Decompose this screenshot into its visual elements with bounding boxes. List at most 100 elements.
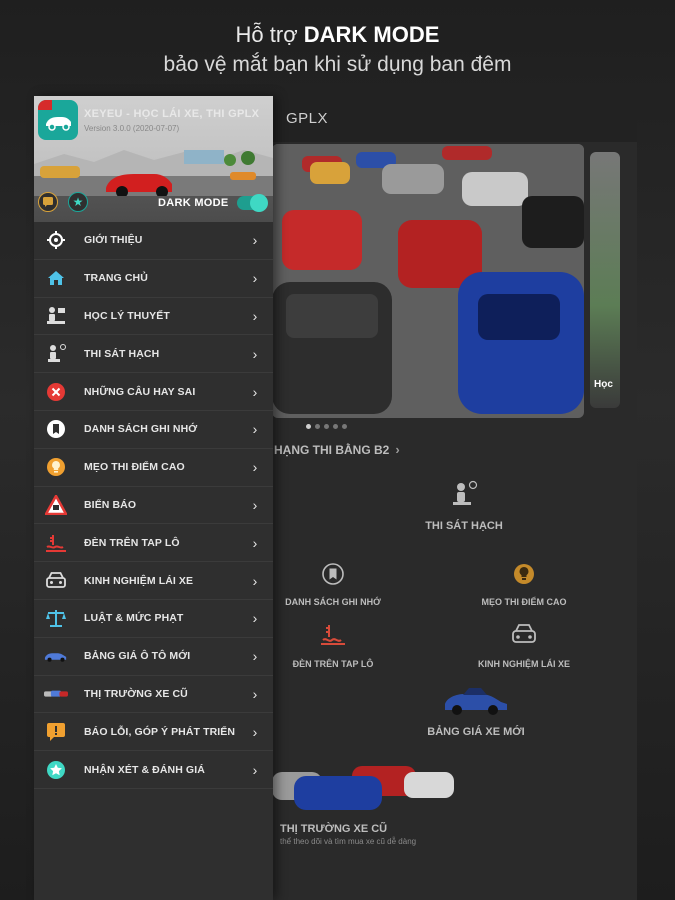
tile-bookmarks-label: DANH SÁCH GHI NHỚ [285, 597, 381, 607]
menu-item-exam[interactable]: THI SÁT HẠCH › [34, 335, 273, 374]
tile-exam-label: THI SÁT HẠCH [425, 520, 503, 532]
car-front-icon [44, 569, 68, 593]
menu-item-feedback[interactable]: BÁO LỖI, GÓP Ý PHÁT TRIỂN › [34, 713, 273, 752]
toggle-knob [250, 194, 268, 212]
menu-item-label: LUẬT & MỨC PHẠT [84, 612, 184, 625]
chevron-right-icon: › [252, 572, 258, 589]
menu-item-driving-experience[interactable]: KINH NGHIỆM LÁI XE › [34, 562, 273, 600]
chevron-right-icon: › [252, 232, 258, 249]
tile-market-subtitle: thể theo dõi và tìm mua xe cũ dễ dàng [280, 837, 417, 846]
tile-tips-label: MẸO THI ĐIỂM CAO [481, 597, 567, 607]
dashboard-light-icon [321, 625, 345, 645]
carousel-dot[interactable] [333, 424, 338, 429]
app-bar-title: GPLX [286, 110, 329, 127]
promo-header: Hỗ trợ DARK MODE bảo vệ mắt bạn khi sử d… [0, 20, 675, 80]
chevron-right-icon: › [252, 307, 258, 324]
chat-icon [43, 197, 53, 207]
lightbulb-icon [44, 455, 68, 479]
tile-new-car-prices[interactable]: BẢNG GIÁ XE MỚI [404, 682, 548, 740]
banner-next-slide[interactable]: Học [590, 152, 620, 408]
error-icon [44, 380, 68, 404]
rate-button[interactable]: ★ [68, 192, 88, 212]
menu-item-label: BIỂN BÁO [84, 498, 137, 511]
flag-icon [38, 100, 52, 110]
carousel-dot[interactable] [324, 424, 329, 429]
tile-driving-experience[interactable]: KINH NGHIỆM LÁI XE [464, 622, 584, 672]
chevron-right-icon: › [252, 685, 258, 702]
menu-item-used-car-market[interactable]: THỊ TRƯỜNG XE CŨ › [34, 676, 273, 714]
menu-item-dashboard-lights[interactable]: ĐÈN TRÊN TAP LÔ › [34, 524, 273, 563]
menu-item-label: ĐÈN TRÊN TAP LÔ [84, 536, 180, 549]
license-class-link[interactable]: HẠNG THI BẰNG B2 › [274, 442, 400, 457]
home-icon [44, 266, 68, 290]
menu-item-bookmarks[interactable]: DANH SÁCH GHI NHỚ › [34, 411, 273, 449]
menu-item-label: THỊ TRƯỜNG XE CŨ [84, 687, 188, 700]
tile-exam[interactable]: THI SÁT HẠCH [404, 480, 524, 534]
warning-sign-icon [44, 493, 68, 517]
menu-item-road-signs[interactable]: BIỂN BÁO › [34, 487, 273, 525]
bookmark-icon [322, 563, 344, 585]
tile-market-label: THỊ TRƯỜNG XE CŨ [280, 823, 388, 835]
exam-icon [453, 480, 478, 505]
used-cars-image [272, 766, 454, 810]
menu-item-rate[interactable]: NHẬN XÉT & ĐÁNH GIÁ › [34, 751, 273, 789]
menu-item-label: KINH NGHIỆM LÁI XE [84, 574, 194, 587]
carousel-dot[interactable] [315, 424, 320, 429]
new-car-icon [44, 644, 68, 668]
menu-item-tips[interactable]: MẸO THI ĐIỂM CAO › [34, 449, 273, 487]
menu-item-label: BÁO LỖI, GÓP Ý PHÁT TRIỂN [84, 725, 236, 738]
scales-icon [44, 606, 68, 630]
chevron-right-icon: › [252, 270, 258, 287]
chevron-right-icon: › [252, 383, 258, 400]
chat-button[interactable] [38, 192, 58, 212]
menu-item-common-mistakes[interactable]: NHỮNG CÂU HAY SAI › [34, 373, 273, 411]
drawer-header: XEYEU - HỌC LÁI XE, THI GPLX Version 3.0… [34, 96, 273, 222]
tile-tips[interactable]: MẸO THI ĐIỂM CAO [464, 562, 584, 610]
menu-item-home[interactable]: TRANG CHỦ › [34, 260, 273, 298]
exam-icon [44, 342, 68, 366]
lightbulb-icon [514, 564, 534, 584]
tile-price-label: BẢNG GIÁ XE MỚI [427, 726, 525, 738]
chevron-right-icon: › [252, 421, 258, 438]
banner-carousel[interactable] [272, 144, 584, 418]
menu-item-label: HỌC LÝ THUYẾT [84, 309, 170, 322]
app-logo [38, 100, 78, 140]
dark-mode-label: DARK MODE [158, 197, 229, 209]
chevron-right-icon: › [395, 442, 400, 457]
new-car-icon [445, 688, 507, 715]
menu-item-label: NHỮNG CÂU HAY SAI [84, 385, 196, 398]
drawer-menu: GIỚI THIỆU › TRANG CHỦ › HỌC LÝ THUYẾT ›… [34, 222, 273, 789]
promo-line-1: Hỗ trợ DARK MODE [235, 22, 440, 47]
menu-item-label: MẸO THI ĐIỂM CAO [84, 461, 185, 474]
menu-item-new-car-prices[interactable]: BẢNG GIÁ Ô TÔ MỚI › [34, 638, 273, 676]
chevron-right-icon: › [252, 648, 258, 665]
tile-bookmarks[interactable]: DANH SÁCH GHI NHỚ [272, 562, 394, 610]
tile-used-car-market[interactable]: THỊ TRƯỜNG XE CŨ thể theo dõi và tìm mua… [272, 762, 472, 846]
menu-item-about[interactable]: GIỚI THIỆU › [34, 222, 273, 260]
carousel-dots [306, 424, 347, 429]
tile-experience-label: KINH NGHIỆM LÁI XE [477, 659, 570, 669]
tile-dashboard-label: ĐÈN TRÊN TAP LÔ [292, 659, 374, 669]
study-icon [44, 304, 68, 328]
app-name: XEYEU - HỌC LÁI XE, THI GPLX [84, 108, 260, 120]
chevron-right-icon: › [252, 496, 258, 513]
menu-item-label: GIỚI THIỆU [84, 234, 143, 247]
dashboard-light-icon [44, 531, 68, 555]
star-icon: ★ [72, 195, 84, 209]
menu-item-label: TRANG CHỦ [84, 272, 148, 285]
menu-item-law-penalties[interactable]: LUẬT & MỨC PHẠT › [34, 600, 273, 638]
carousel-dot[interactable] [306, 424, 311, 429]
chevron-right-icon: › [252, 761, 258, 778]
carousel-dot[interactable] [342, 424, 347, 429]
app-version: Version 3.0.0 (2020-07-07) [84, 124, 180, 133]
navigation-drawer: XEYEU - HỌC LÁI XE, THI GPLX Version 3.0… [34, 96, 273, 900]
menu-item-theory[interactable]: HỌC LÝ THUYẾT › [34, 298, 273, 336]
menu-item-label: THI SÁT HẠCH [84, 347, 160, 360]
dark-mode-toggle[interactable] [237, 194, 268, 212]
crosshair-icon [44, 228, 68, 252]
tile-dashboard-lights[interactable]: ĐÈN TRÊN TAP LÔ [272, 622, 394, 672]
menu-item-label: NHẬN XÉT & ĐÁNH GIÁ [84, 763, 205, 776]
used-car-icon [44, 682, 68, 706]
chevron-right-icon: › [252, 345, 258, 362]
license-class-label: HẠNG THI BẰNG B2 [274, 442, 390, 457]
